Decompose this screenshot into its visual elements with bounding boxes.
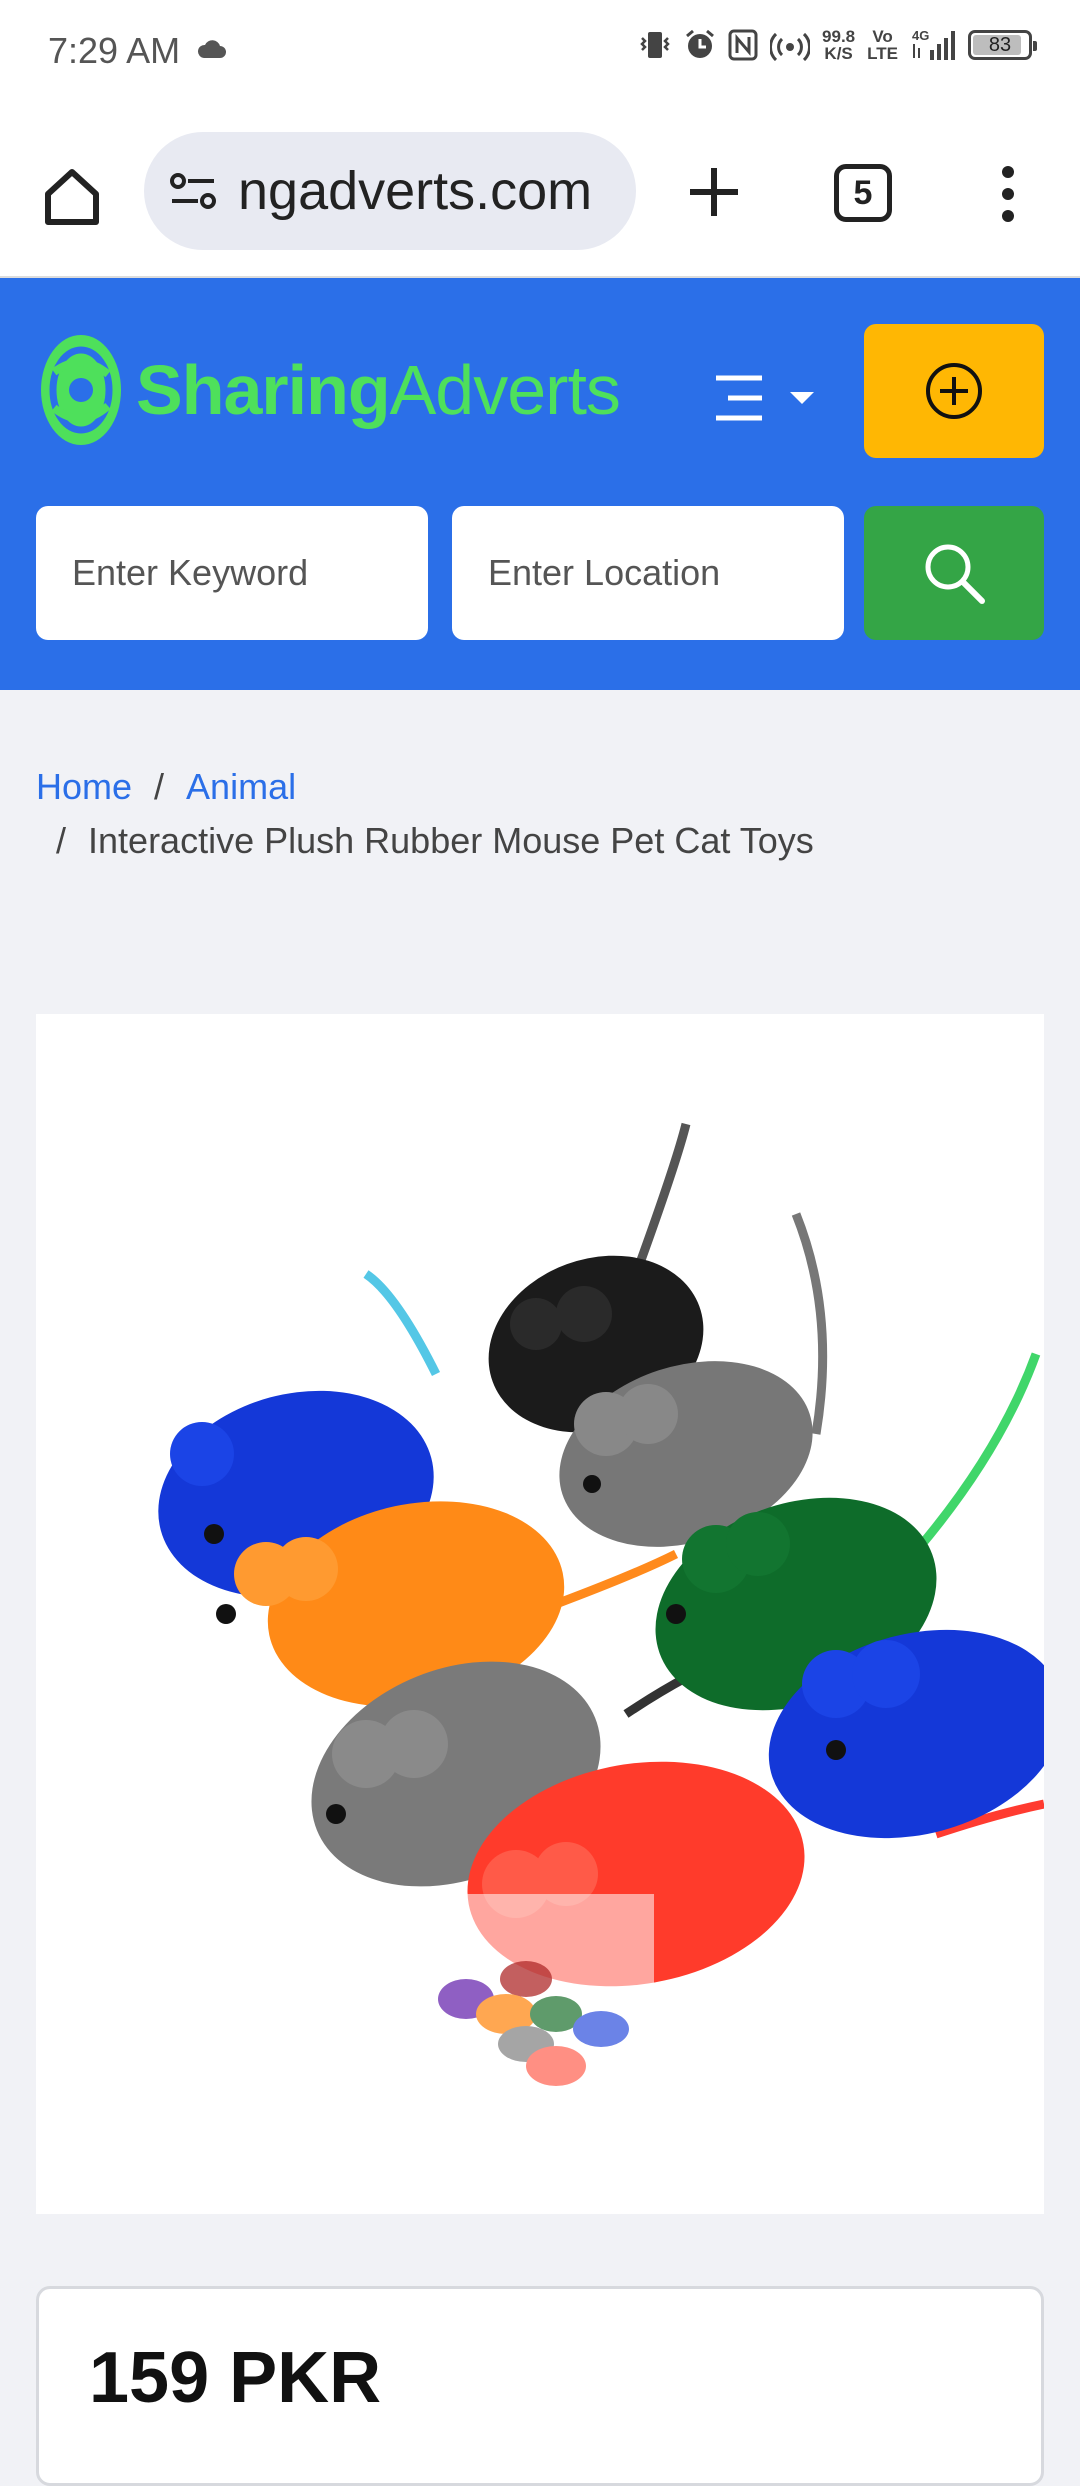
- logo-text: SharingAdverts: [136, 351, 621, 429]
- status-time: 7:29 AM: [48, 30, 181, 71]
- product-image[interactable]: [36, 1014, 1044, 2214]
- breadcrumb-category-link[interactable]: Animal: [186, 766, 296, 807]
- new-tab-icon[interactable]: [686, 164, 742, 220]
- svg-text:4G: 4G: [912, 28, 929, 43]
- site-settings-icon[interactable]: [168, 169, 218, 213]
- logo-mark-icon: [41, 335, 121, 445]
- keyword-input[interactable]: [36, 506, 428, 640]
- plus-circle-icon: [926, 363, 982, 419]
- browser-toolbar: ngadverts.com 5: [0, 110, 1080, 278]
- status-bar: 7:29 AM 99.8 K/S Vo LTE 4G 83: [0, 0, 1080, 110]
- cloud-icon: [197, 40, 226, 58]
- signal-icon: 4G: [910, 28, 956, 62]
- breadcrumb-home-link[interactable]: Home: [36, 766, 132, 807]
- breadcrumb-separator: /: [154, 766, 165, 807]
- battery-indicator: 83: [968, 30, 1037, 60]
- location-input[interactable]: [452, 506, 844, 640]
- volte-indicator: Vo LTE: [867, 27, 898, 63]
- price-card: 159 PKR: [36, 2286, 1044, 2486]
- tab-switcher-button[interactable]: 5: [834, 164, 892, 222]
- url-text[interactable]: ngadverts.com: [238, 160, 592, 222]
- alarm-icon: [684, 29, 716, 61]
- search-icon: [925, 544, 985, 604]
- post-ad-button[interactable]: [864, 324, 1044, 458]
- breadcrumb: Home / Animal / Interactive Plush Rubber Mo…: [36, 760, 1036, 868]
- nfc-icon: [728, 29, 758, 61]
- net-speed: 99.8 K/S: [822, 27, 856, 63]
- site-logo[interactable]: SharingAdverts: [38, 330, 621, 450]
- plush-mice-toys-image: [36, 1014, 1044, 2214]
- more-menu-icon[interactable]: [990, 164, 1026, 224]
- breadcrumb-separator: /: [56, 820, 67, 861]
- address-bar[interactable]: ngadverts.com: [144, 132, 636, 250]
- status-icons: 99.8 K/S Vo LTE 4G 83: [638, 27, 1037, 63]
- site-header: SharingAdverts: [0, 278, 1080, 690]
- vibrate-icon: [638, 29, 672, 61]
- menu-toggle-icon[interactable]: [712, 368, 822, 428]
- home-icon[interactable]: [40, 164, 104, 228]
- search-button[interactable]: [864, 506, 1044, 640]
- breadcrumb-current: Interactive Plush Rubber Mouse Pet Cat T…: [88, 820, 814, 861]
- product-price: 159 PKR: [89, 2338, 382, 2418]
- hotspot-icon: [770, 29, 811, 61]
